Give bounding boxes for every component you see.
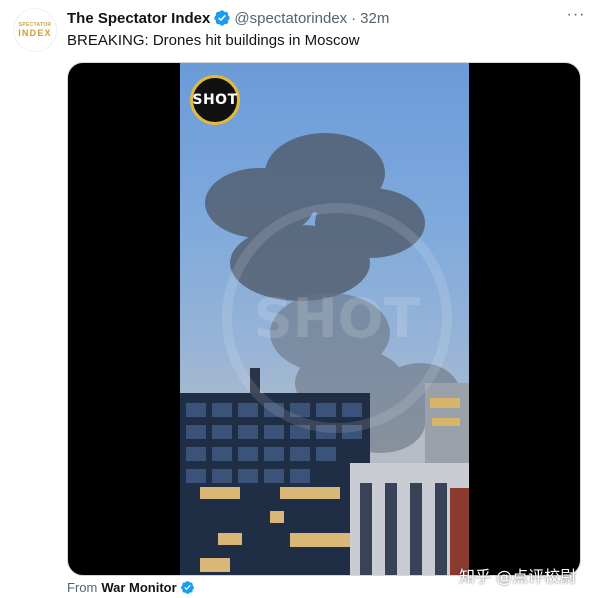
from-source-name[interactable]: War Monitor xyxy=(101,579,176,596)
author-display-name[interactable]: The Spectator Index xyxy=(67,10,210,27)
tweet-timestamp[interactable]: 32m xyxy=(360,10,389,27)
separator-dot: · xyxy=(351,9,357,27)
shot-badge-icon: SHOT xyxy=(190,75,240,125)
tweet-header: The Spectator Index @spectatorindex · 32… xyxy=(67,7,586,28)
shot-watermark-text: SHOT xyxy=(253,286,421,350)
shot-badge-text: SHOT xyxy=(192,92,238,108)
verified-badge-icon xyxy=(180,581,194,594)
verified-badge-icon xyxy=(214,10,231,26)
avatar[interactable]: SPECTATOR INDEX xyxy=(13,8,57,52)
from-label: From xyxy=(67,580,98,595)
author-handle[interactable]: @spectatorindex xyxy=(234,10,347,27)
video-frame[interactable]: SHOT SHOT xyxy=(180,63,469,575)
more-options-icon[interactable]: ··· xyxy=(566,7,586,28)
zhihu-watermark: 知乎 @点评校尉 xyxy=(459,567,577,586)
tweet-text: BREAKING: Drones hit buildings in Moscow xyxy=(67,32,360,49)
shot-watermark: SHOT xyxy=(222,203,452,433)
media-source-footer: From War Monitor xyxy=(67,579,198,596)
avatar-text-bottom: INDEX xyxy=(18,28,52,38)
video-player[interactable]: SHOT SHOT xyxy=(67,62,581,576)
